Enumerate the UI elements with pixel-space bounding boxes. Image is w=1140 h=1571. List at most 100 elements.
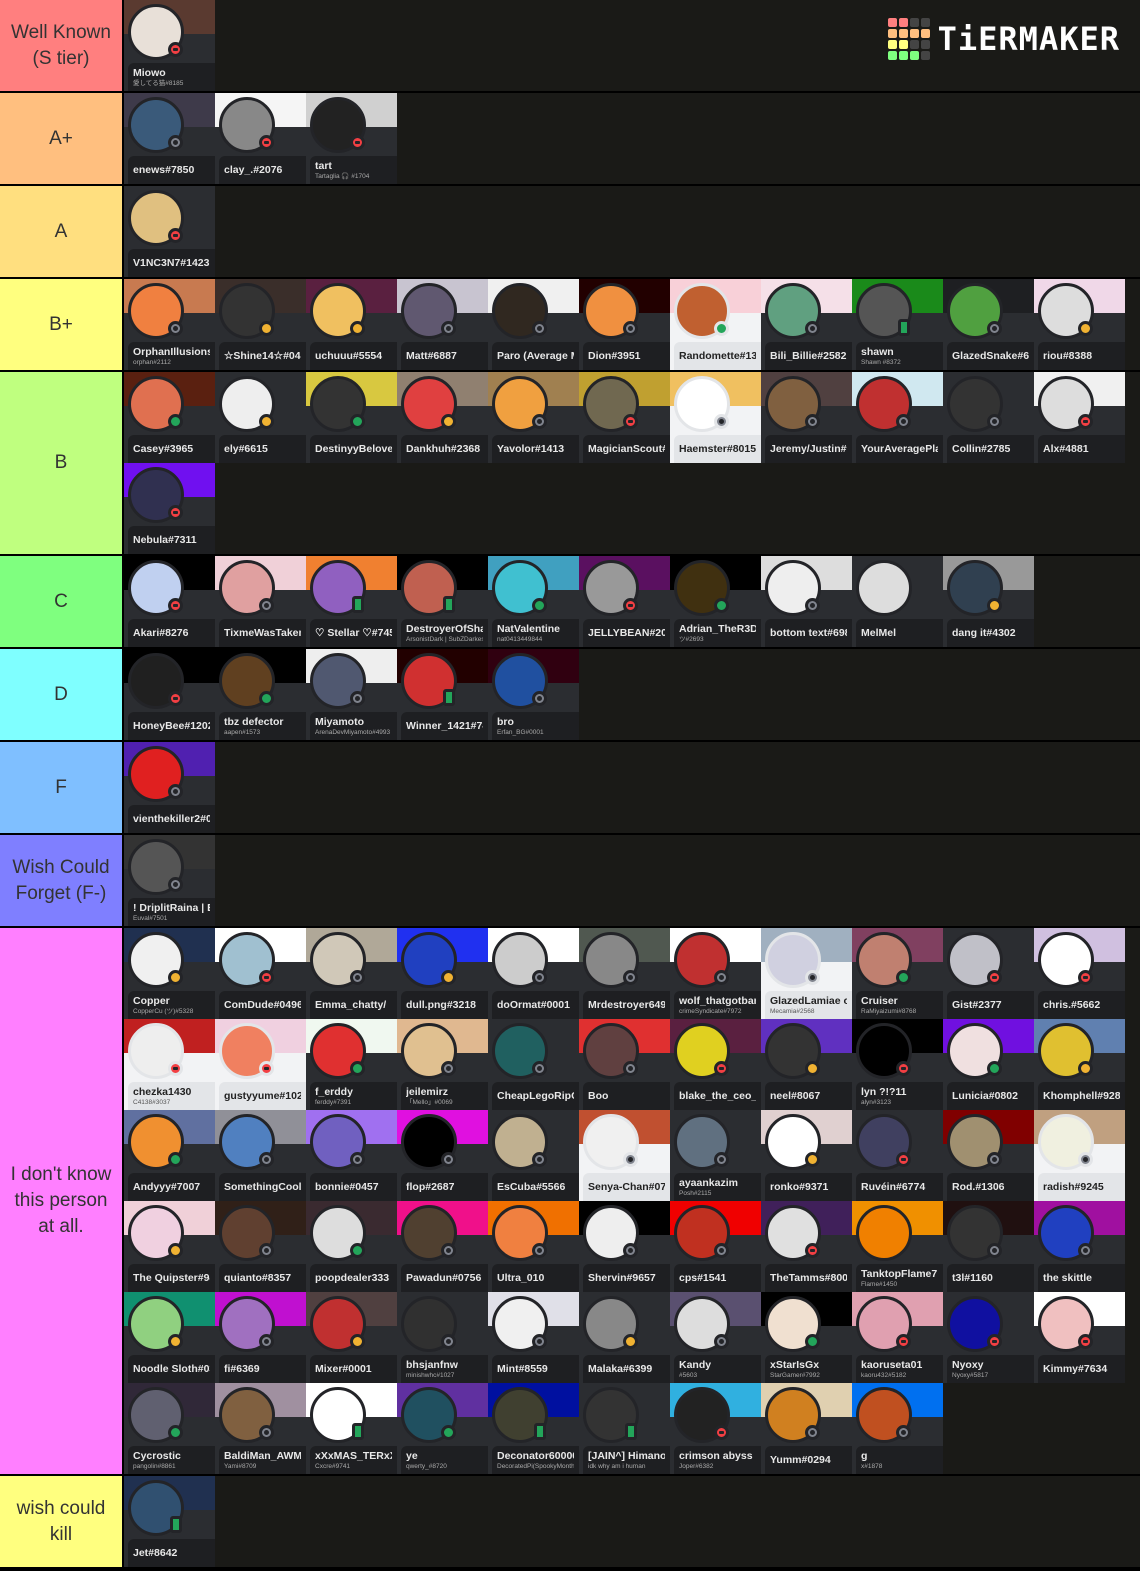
- profile-card[interactable]: Deconator60000DecoratedPi(SpookyMonthEdi…: [488, 1383, 579, 1474]
- profile-card[interactable]: TheTamms#8008: [761, 1201, 852, 1292]
- profile-card[interactable]: Ruvéin#6774: [852, 1110, 943, 1201]
- tier-label[interactable]: A: [0, 186, 124, 277]
- profile-card[interactable]: Rod.#1306: [943, 1110, 1034, 1201]
- profile-card[interactable]: Noodle Sloth#0319: [124, 1292, 215, 1383]
- profile-card[interactable]: Casey#3965: [124, 372, 215, 463]
- profile-card[interactable]: enews#7850: [124, 93, 215, 184]
- profile-card[interactable]: Collin#2785: [943, 372, 1034, 463]
- tier-label[interactable]: C: [0, 556, 124, 647]
- profile-card[interactable]: Adrian_TheR3D4CTツ#2693: [670, 556, 761, 647]
- profile-card[interactable]: Pawadun#0756: [397, 1201, 488, 1292]
- profile-card[interactable]: Yumm#0294: [761, 1383, 852, 1474]
- profile-card[interactable]: blake_the_ceo_of_pit: [670, 1019, 761, 1110]
- profile-card[interactable]: Mint#8559: [488, 1292, 579, 1383]
- tier-label[interactable]: F: [0, 742, 124, 833]
- profile-card[interactable]: Mrdestroyer649: [579, 928, 670, 1019]
- profile-card[interactable]: Jeremy/Justin#9655: [761, 372, 852, 463]
- profile-card[interactable]: cps#1541: [670, 1201, 761, 1292]
- profile-card[interactable]: fi#6369: [215, 1292, 306, 1383]
- profile-card[interactable]: SomethingCool#1212: [215, 1110, 306, 1201]
- profile-card[interactable]: GlazedLamiae onMecamia#2568: [761, 928, 852, 1019]
- profile-card[interactable]: Akari#8276: [124, 556, 215, 647]
- profile-card[interactable]: V1NC3N7#1423: [124, 186, 215, 277]
- profile-card[interactable]: Dion#3951: [579, 279, 670, 370]
- profile-card[interactable]: Alx#4881: [1034, 372, 1125, 463]
- profile-card[interactable]: Miyamoto ArenaDevMiyamoto#4993: [306, 649, 397, 740]
- profile-card[interactable]: Randomette#1337: [670, 279, 761, 370]
- profile-card[interactable]: OrphanIllusions orphan#2112: [124, 279, 215, 370]
- profile-card[interactable]: Kimmy#7634: [1034, 1292, 1125, 1383]
- tier-label[interactable]: A+: [0, 93, 124, 184]
- profile-card[interactable]: clay_.#2076: [215, 93, 306, 184]
- profile-card[interactable]: poopdealer333: [306, 1201, 397, 1292]
- profile-card[interactable]: Bili_Billie#2582: [761, 279, 852, 370]
- tier-label[interactable]: B+: [0, 279, 124, 370]
- profile-card[interactable]: bottom text#6982: [761, 556, 852, 647]
- profile-card[interactable]: DestroyerOfShadowsArsonistDark | SubZDar…: [397, 556, 488, 647]
- profile-card[interactable]: NatValentine nat0413449844: [488, 556, 579, 647]
- profile-card[interactable]: doOrmat#0001: [488, 928, 579, 1019]
- profile-card[interactable]: Copper CopperCu (ツ)#5328: [124, 928, 215, 1019]
- profile-card[interactable]: HoneyBee#1202: [124, 649, 215, 740]
- profile-card[interactable]: TixmeWasTaken: [215, 556, 306, 647]
- profile-card[interactable]: ronko#9371: [761, 1110, 852, 1201]
- profile-card[interactable]: MagicianScout#4922: [579, 372, 670, 463]
- profile-card[interactable]: Haemster#8015: [670, 372, 761, 463]
- profile-card[interactable]: Lunicia#0802: [943, 1019, 1034, 1110]
- profile-card[interactable]: riou#8388: [1034, 279, 1125, 370]
- profile-card[interactable]: tbz defector aapen#1573: [215, 649, 306, 740]
- profile-card[interactable]: ☆Shine14☆#0410: [215, 279, 306, 370]
- profile-card[interactable]: JELLYBEAN#2019: [579, 556, 670, 647]
- profile-card[interactable]: bro Erfan_BG#0001: [488, 649, 579, 740]
- profile-card[interactable]: Ultra_010: [488, 1201, 579, 1292]
- profile-card[interactable]: uchuuu#5554: [306, 279, 397, 370]
- profile-card[interactable]: lyn ?!?11 alyn#3123: [852, 1019, 943, 1110]
- profile-card[interactable]: ye qwerty_#8720: [397, 1383, 488, 1474]
- profile-card[interactable]: Cycrostic pangolin#8861: [124, 1383, 215, 1474]
- profile-card[interactable]: The Quipster#9437: [124, 1201, 215, 1292]
- profile-card[interactable]: bhsjanfnw minishwhc#1027: [397, 1292, 488, 1383]
- tier-label[interactable]: B: [0, 372, 124, 554]
- profile-card[interactable]: TanktopFlame7 Flame#1450: [852, 1201, 943, 1292]
- profile-card[interactable]: Jet#8642: [124, 1476, 215, 1567]
- tier-label[interactable]: D: [0, 649, 124, 740]
- profile-card[interactable]: vienthekiller2#0728: [124, 742, 215, 833]
- profile-card[interactable]: Emma_chatty/: [306, 928, 397, 1019]
- profile-card[interactable]: ! DriplitRaina | EuvalEuval#7501: [124, 835, 215, 926]
- profile-card[interactable]: Nebula#7311: [124, 463, 215, 554]
- tier-label[interactable]: Wish Could Forget (F-): [0, 835, 124, 926]
- profile-card[interactable]: [JAIN^] Himanozeidk why am i human: [579, 1383, 670, 1474]
- profile-card[interactable]: GlazedSnake#6917: [943, 279, 1034, 370]
- profile-card[interactable]: dang it#4302: [943, 556, 1034, 647]
- profile-card[interactable]: dull.png#3218: [397, 928, 488, 1019]
- profile-card[interactable]: MelMel: [852, 556, 943, 647]
- profile-card[interactable]: xXxMAS_TERxXx1Cxcre#9741: [306, 1383, 397, 1474]
- profile-card[interactable]: Matt#6887: [397, 279, 488, 370]
- profile-card[interactable]: chris.#5662: [1034, 928, 1125, 1019]
- profile-card[interactable]: Nyoxy Nyoxy#5817: [943, 1292, 1034, 1383]
- profile-card[interactable]: ♡ Stellar ♡#7453: [306, 556, 397, 647]
- profile-card[interactable]: wolf_thatgotbannedcrimeSyndicate#7972: [670, 928, 761, 1019]
- profile-card[interactable]: f_erddy ferddy#7391: [306, 1019, 397, 1110]
- profile-card[interactable]: kaoruseta01 kaoru432#5182: [852, 1292, 943, 1383]
- profile-card[interactable]: chezka1430 C4138#3037: [124, 1019, 215, 1110]
- profile-card[interactable]: xStarIsGx StarGamer#7992: [761, 1292, 852, 1383]
- profile-card[interactable]: crimson abyss my belovedJoper#6382: [670, 1383, 761, 1474]
- profile-card[interactable]: ComDude#0496: [215, 928, 306, 1019]
- tier-label[interactable]: Well Known (S tier): [0, 0, 124, 91]
- profile-card[interactable]: ely#6615: [215, 372, 306, 463]
- profile-card[interactable]: Cruiser RaMiyaizumi#8768: [852, 928, 943, 1019]
- profile-card[interactable]: tart Tartaglia 🎧 #1704: [306, 93, 397, 184]
- profile-card[interactable]: the skittle: [1034, 1201, 1125, 1292]
- profile-card[interactable]: quianto#8357: [215, 1201, 306, 1292]
- profile-card[interactable]: DestinyyBeloved: [306, 372, 397, 463]
- profile-card[interactable]: Boo: [579, 1019, 670, 1110]
- profile-card[interactable]: ayaankazim Posh#2115: [670, 1110, 761, 1201]
- profile-card[interactable]: YourAveragePlayerZ#6901: [852, 372, 943, 463]
- profile-card[interactable]: Kandy #5603: [670, 1292, 761, 1383]
- profile-card[interactable]: Gist#2377: [943, 928, 1034, 1019]
- tier-label[interactable]: wish could kill: [0, 1476, 124, 1567]
- profile-card[interactable]: BaldiMan_AWM Yami#8709: [215, 1383, 306, 1474]
- profile-card[interactable]: Yavolor#1413: [488, 372, 579, 463]
- profile-card[interactable]: CheapLegoRipOff: [488, 1019, 579, 1110]
